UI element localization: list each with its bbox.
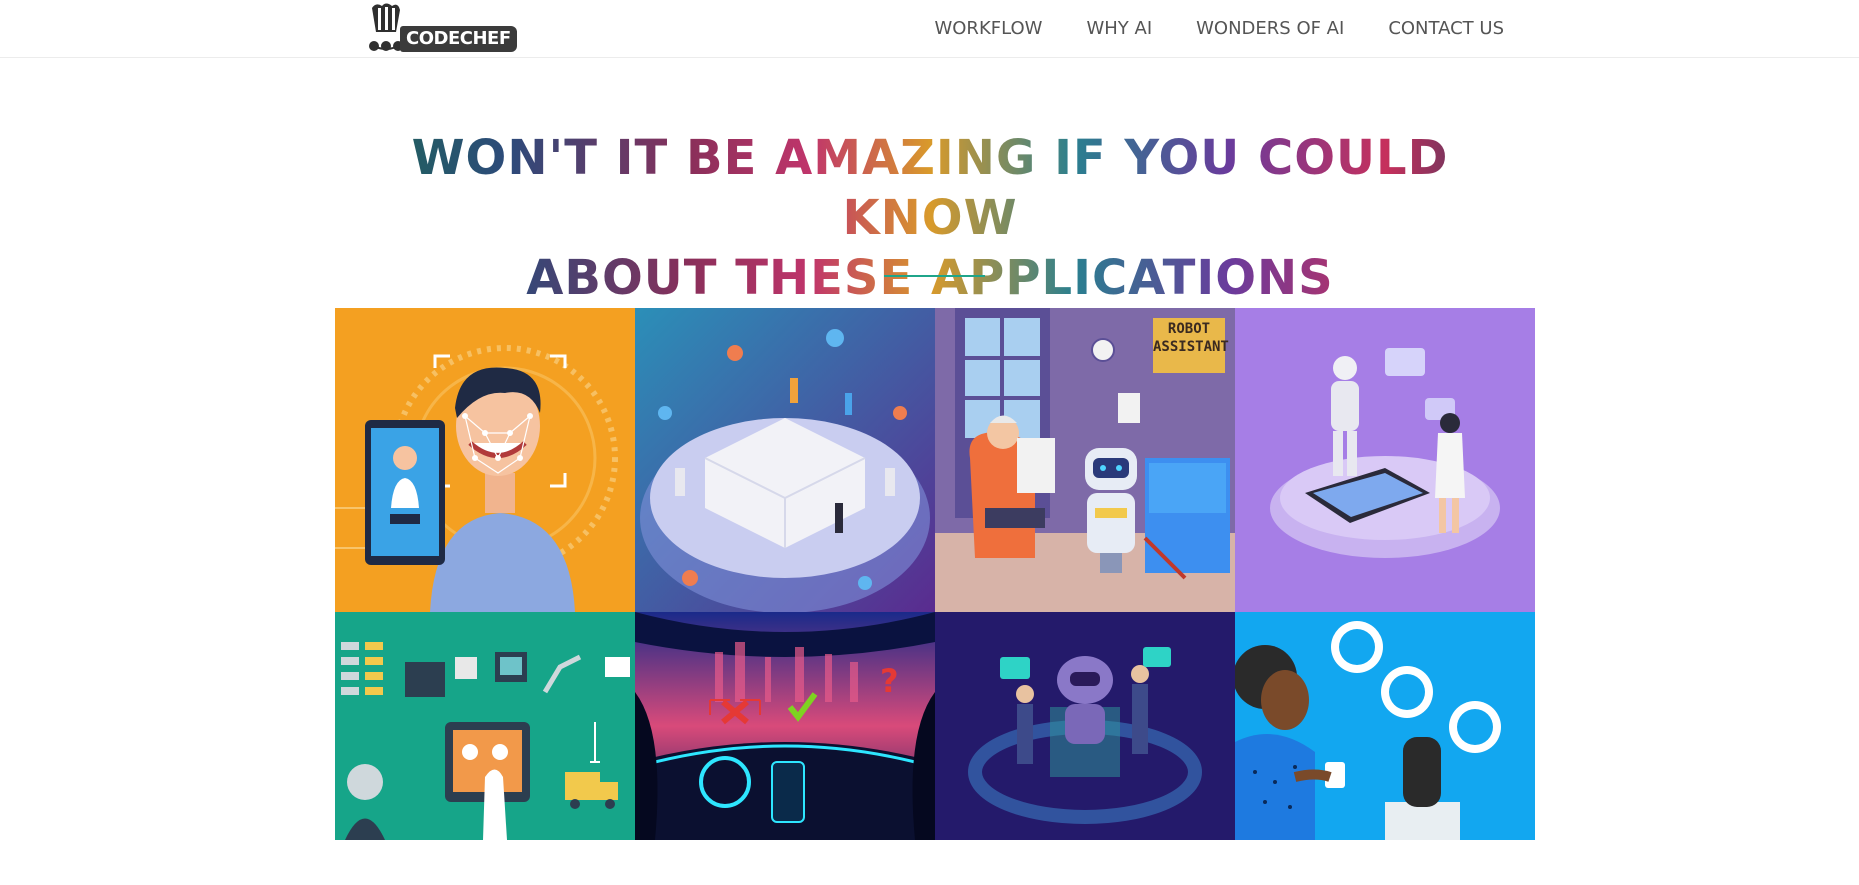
- heading-line-1: WON'T IT BE AMAZING IF YOU COULD KNOW: [411, 130, 1449, 246]
- robot-phone-illustration: [1235, 308, 1535, 612]
- tile-isometric-robots[interactable]: [635, 308, 935, 612]
- tile-robot-business[interactable]: [935, 612, 1235, 840]
- main-nav: WORKFLOW WHY AI WONDERS OF AI CONTACT US: [890, 0, 1504, 57]
- robot-sign-line-1: ROBOT: [1167, 321, 1211, 337]
- autonomous-car-illustration: ?: [635, 612, 935, 840]
- nav-contact-us[interactable]: CONTACT US: [1388, 18, 1504, 39]
- iot-factory-illustration: [335, 612, 635, 840]
- robot-assistant-sign: ROBOT ASSISTANT: [1153, 320, 1229, 356]
- face-recognition-illustration: [335, 308, 635, 612]
- smart-speaker-illustration: [1235, 612, 1535, 840]
- section-heading: WON'T IT BE AMAZING IF YOU COULD KNOW AB…: [330, 128, 1530, 308]
- svg-text:?: ?: [880, 662, 899, 700]
- nav-workflow[interactable]: WORKFLOW: [934, 18, 1042, 39]
- tile-iot-factory[interactable]: [335, 612, 635, 840]
- tile-autonomous-car[interactable]: ?: [635, 612, 935, 840]
- robot-business-illustration: [935, 612, 1235, 840]
- robot-sign-line-2: ASSISTANT: [1153, 339, 1229, 355]
- site-header: CODECHEF WORKFLOW WHY AI WONDERS OF AI C…: [0, 0, 1859, 58]
- isometric-robots-illustration: [635, 308, 935, 612]
- codechef-logo[interactable]: CODECHEF: [364, 2, 517, 54]
- logo-text: CODECHEF: [400, 26, 517, 52]
- heading-line-2: ABOUT THESE APPLICATIONS: [526, 250, 1334, 306]
- tile-robot-assistant[interactable]: ROBOT ASSISTANT: [935, 308, 1235, 612]
- tile-smart-speaker[interactable]: [1235, 612, 1535, 840]
- heading-divider: [884, 275, 985, 277]
- tile-face-recognition[interactable]: [335, 308, 635, 612]
- nav-wonders-of-ai[interactable]: WONDERS OF AI: [1196, 18, 1344, 39]
- tile-robot-phone[interactable]: [1235, 308, 1535, 612]
- nav-why-ai[interactable]: WHY AI: [1086, 18, 1152, 39]
